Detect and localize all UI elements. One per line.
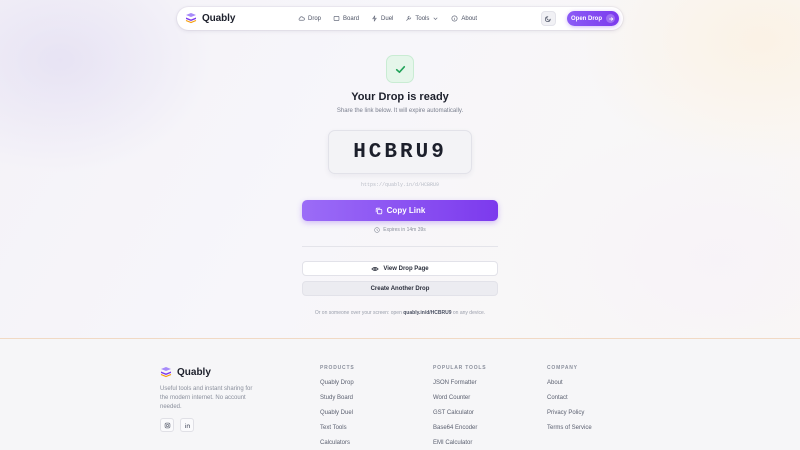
brand-logo-link[interactable]: Quably xyxy=(185,12,235,24)
page-subtitle: Share the link below. It will expire aut… xyxy=(336,108,464,114)
footer-link[interactable]: Terms of Service xyxy=(547,425,592,440)
copy-link-label: Copy Link xyxy=(386,206,426,215)
drop-code-display[interactable]: HCBRU9 xyxy=(328,130,472,174)
nav-item-about[interactable]: About xyxy=(451,15,477,22)
share-hint: Or on someone over your screen: open qua… xyxy=(0,310,800,316)
board-icon xyxy=(333,16,340,21)
nav-item-tools[interactable]: Tools xyxy=(405,15,439,22)
success-check-icon xyxy=(386,55,414,83)
nav-item-label: Board xyxy=(343,15,360,22)
footer-column-products: PRODUCTS Quably Drop Study Board Quably … xyxy=(320,365,354,450)
nav-item-board[interactable]: Board xyxy=(333,15,359,22)
footer-link[interactable]: JSON Formatter xyxy=(433,380,486,395)
bolt-icon xyxy=(372,15,377,22)
quably-logo-icon xyxy=(160,367,172,378)
wrench-icon xyxy=(406,15,412,21)
create-drop-label: Create Another Drop xyxy=(370,285,430,292)
nav-item-drop[interactable]: Drop xyxy=(298,15,321,22)
hint-link[interactable]: quably.in/d/HCBRU9 xyxy=(403,310,451,316)
instagram-link[interactable] xyxy=(160,418,174,432)
footer-brand[interactable]: Quably xyxy=(160,366,211,378)
moon-icon xyxy=(545,16,551,22)
page-title: Your Drop is ready xyxy=(351,91,449,103)
brand-name: Quably xyxy=(202,12,236,24)
hint-prefix: Or on someone over your screen: open xyxy=(314,310,402,316)
hint-suffix: on any device. xyxy=(452,310,486,316)
expiry-text: Expires in 14m 39s xyxy=(383,227,426,233)
chevron-down-icon xyxy=(433,17,438,21)
footer-link[interactable]: Calculators xyxy=(320,440,354,450)
create-another-drop-button[interactable]: Create Another Drop xyxy=(302,281,498,296)
arrow-right-icon xyxy=(606,14,615,23)
open-drop-button[interactable]: Open Drop xyxy=(567,11,619,26)
footer-link[interactable]: EMI Calculator xyxy=(433,440,486,450)
theme-toggle-button[interactable] xyxy=(541,11,556,26)
footer-column-heading: POPULAR TOOLS xyxy=(433,365,487,371)
footer: Quably Useful tools and instant sharing … xyxy=(0,338,800,450)
footer-link[interactable]: Quably Duel xyxy=(320,410,354,425)
footer-link[interactable]: About xyxy=(547,380,592,395)
cloud-icon xyxy=(298,16,305,21)
view-drop-page-button[interactable]: View Drop Page xyxy=(302,261,498,276)
footer-column-company: COMPANY About Contact Privacy Policy Ter… xyxy=(547,365,592,440)
expiry-timer: Expires in 14m 39s xyxy=(0,227,800,233)
footer-link[interactable]: Quably Drop xyxy=(320,380,354,395)
view-drop-label: View Drop Page xyxy=(383,265,429,272)
drop-link-url[interactable]: https://quably.in/d/HCBRU9 xyxy=(0,182,800,188)
footer-link[interactable]: Contact xyxy=(547,395,592,410)
top-navbar: Quably Drop Board Duel Tools About Open … xyxy=(177,7,623,30)
footer-brand-name: Quably xyxy=(177,366,211,378)
linkedin-icon xyxy=(184,422,190,428)
footer-link[interactable]: Privacy Policy xyxy=(547,410,592,425)
footer-link[interactable]: Study Board xyxy=(320,395,354,410)
quably-logo-icon xyxy=(185,13,197,24)
copy-icon xyxy=(375,207,382,214)
footer-description: Useful tools and instant sharing for the… xyxy=(160,386,253,410)
open-drop-label: Open Drop xyxy=(571,15,602,22)
footer-link[interactable]: Text Tools xyxy=(320,425,354,440)
nav-links: Drop Board Duel Tools About xyxy=(298,7,477,30)
footer-link[interactable]: GST Calculator xyxy=(433,410,486,425)
nav-item-label: Tools xyxy=(415,15,430,22)
eye-icon xyxy=(371,266,380,271)
info-icon xyxy=(451,15,458,22)
nav-item-label: About xyxy=(461,15,478,22)
divider xyxy=(302,246,498,247)
copy-link-button[interactable]: Copy Link xyxy=(302,200,498,221)
footer-link[interactable]: Base64 Encoder xyxy=(433,425,486,440)
nav-item-duel[interactable]: Duel xyxy=(371,15,393,22)
nav-item-label: Duel xyxy=(381,15,394,22)
clock-icon xyxy=(374,227,380,233)
nav-item-label: Drop xyxy=(308,15,322,22)
footer-column-heading: PRODUCTS xyxy=(320,365,355,371)
footer-column-popular-tools: POPULAR TOOLS JSON Formatter Word Counte… xyxy=(433,365,486,450)
footer-link[interactable]: Word Counter xyxy=(433,395,486,410)
linkedin-link[interactable] xyxy=(180,418,194,432)
footer-column-heading: COMPANY xyxy=(547,365,578,371)
instagram-icon xyxy=(164,422,170,428)
